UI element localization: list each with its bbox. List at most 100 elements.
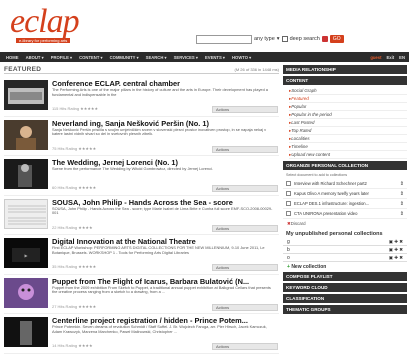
compose-playlist-header[interactable]: COMPOSE PLAYLIST bbox=[283, 272, 407, 281]
item-description: Scene from the performance The Wedding b… bbox=[52, 167, 213, 171]
item-title[interactable]: Conference ECLAP. central chamber bbox=[52, 79, 278, 88]
content-item-top-rated[interactable]: Top Rated bbox=[289, 127, 407, 135]
unpublished-row[interactable]: g ▣ ✚ ✖ bbox=[283, 238, 407, 246]
collection-checkbox[interactable] bbox=[286, 211, 291, 216]
item-title[interactable]: Centerline project registration / hidden… bbox=[52, 316, 278, 325]
item-description: Prince Potemkin. Seven dreams of revolut… bbox=[52, 325, 267, 334]
row-actions-icon[interactable]: ▣ ✚ ✖ bbox=[389, 239, 403, 245]
item-title[interactable]: Digital Innovation at the National Theat… bbox=[52, 237, 278, 246]
content-header[interactable]: CONTENT bbox=[283, 76, 407, 85]
right-sidebar: MEDIA RELATIONSHIP CONTENT Social Graph … bbox=[283, 65, 407, 316]
collection-checkbox[interactable] bbox=[286, 181, 291, 186]
item-rating: 14 Hits Rating ★★★★ bbox=[52, 343, 93, 348]
unpublished-row[interactable]: b ▣ ✚ ✖ bbox=[283, 246, 407, 254]
content-item-popular[interactable]: Popular bbox=[289, 103, 407, 111]
item-actions-button[interactable]: Actions bbox=[212, 145, 278, 153]
classification-header[interactable]: CLASSIFICATION bbox=[283, 294, 407, 303]
search-input[interactable] bbox=[196, 34, 252, 44]
content-item-upload[interactable]: Upload new content bbox=[289, 151, 407, 159]
unpublished-label: g bbox=[287, 238, 290, 245]
unpublished-row[interactable]: o ▣ ✚ ✖ bbox=[283, 254, 407, 262]
organize-collection-header[interactable]: ORGANIZE PERSONAL COLLECTION bbox=[283, 161, 407, 170]
media-relationship-header[interactable]: MEDIA RELATIONSHIP bbox=[283, 65, 407, 74]
content-menu: Social Graph Featured Popular Popular in… bbox=[283, 87, 407, 159]
language-selector[interactable]: EN bbox=[399, 55, 405, 60]
search-go-button[interactable]: GO bbox=[329, 35, 344, 43]
menu-content[interactable]: CONTENT ▾ bbox=[79, 55, 103, 60]
item-actions-button[interactable]: Actions bbox=[212, 343, 278, 350]
collection-row: CTA UNIRONA presentation video ⇕ bbox=[283, 209, 407, 219]
row-actions-icon[interactable]: ▣ ✚ ✖ bbox=[389, 255, 403, 261]
type-select[interactable]: any type bbox=[254, 36, 275, 42]
item-actions-button[interactable]: Actions bbox=[212, 303, 278, 311]
unpublished-collections-title: My unpublished personal collections bbox=[286, 231, 383, 237]
content-item-popular-period[interactable]: Popular in the period bbox=[289, 111, 407, 119]
menu-events[interactable]: EVENTS ▾ bbox=[205, 55, 225, 60]
reorder-arrows-icon[interactable]: ⇕ bbox=[400, 201, 407, 207]
exit-link[interactable]: Exit bbox=[386, 55, 394, 60]
item-title[interactable]: SOUSA, John Philip - Hands Across the Se… bbox=[52, 198, 278, 207]
item-actions-button[interactable]: Actions bbox=[212, 224, 278, 232]
item-actions-button[interactable]: Actions bbox=[212, 264, 278, 271]
item-rating: 35 Hits Rating ★★★★★ bbox=[52, 264, 97, 269]
item-title[interactable]: The Wedding, Jernej Lorenci (No. 1) bbox=[52, 158, 278, 167]
list-item: The Wedding, Jernej Lorenci (No. 1) Scen… bbox=[4, 156, 279, 196]
item-thumbnail[interactable] bbox=[4, 159, 48, 189]
list-item: Conference ECLAP. central chamber The Pe… bbox=[4, 77, 279, 117]
list-item: Centerline project registration / hidden… bbox=[4, 314, 279, 354]
menu-profile[interactable]: PROFILE ▾ bbox=[51, 55, 72, 60]
reorder-arrows-icon[interactable]: ⇕ bbox=[400, 211, 407, 217]
search-help-icon[interactable] bbox=[321, 36, 328, 42]
menu-search[interactable]: SEARCH ▾ bbox=[146, 55, 167, 60]
featured-list: Conference ECLAP. central chamber The Pe… bbox=[4, 77, 279, 354]
menu-community[interactable]: COMMUNITY ▾ bbox=[110, 55, 139, 60]
item-thumbnail[interactable] bbox=[4, 80, 48, 110]
menu-home[interactable]: HOME bbox=[6, 55, 19, 60]
unpublished-label: o bbox=[287, 254, 290, 261]
item-description: Sanja Nešković Peršin prisilila s svojim… bbox=[52, 127, 267, 137]
keyword-cloud-header[interactable]: KEYWORD CLOUD bbox=[283, 283, 407, 292]
content-item-social-graph[interactable]: Social Graph bbox=[289, 87, 407, 95]
item-thumbnail[interactable] bbox=[4, 198, 48, 229]
item-rating: 75 Hits Rating ★★★★★ bbox=[52, 145, 97, 151]
logo-tagline: e-library for performing arts bbox=[16, 38, 71, 43]
featured-title: FEATURED bbox=[4, 65, 42, 73]
item-title[interactable]: Puppet from The Flight of Icarus, Barbar… bbox=[52, 277, 278, 286]
unpublished-label: b bbox=[287, 246, 290, 253]
discard-button[interactable]: Discard bbox=[283, 219, 407, 228]
item-thumbnail[interactable] bbox=[4, 119, 48, 150]
menu-about[interactable]: ABOUT ▾ bbox=[26, 55, 44, 60]
item-description: First ECLAP Workshop: PERFORMING ARTS DI… bbox=[52, 246, 265, 255]
eclap-logo[interactable]: eclap bbox=[10, 4, 80, 40]
organize-note: Select document to add to collections bbox=[286, 173, 348, 177]
search-bar: any type ▾ deep search GO bbox=[196, 33, 396, 45]
item-actions-button[interactable]: Actions bbox=[212, 185, 278, 192]
item-description: The Performing Arts is one of the major … bbox=[52, 88, 268, 97]
type-select-arrow[interactable]: ▾ bbox=[277, 36, 280, 42]
menu-howto[interactable]: HOWTO ▾ bbox=[232, 55, 251, 60]
item-description: SOUSA, John Philip - Hands Across the Se… bbox=[52, 206, 273, 216]
item-thumbnail[interactable] bbox=[4, 277, 48, 308]
item-thumbnail[interactable] bbox=[4, 317, 48, 347]
collection-label: ECLAP DES.1 infrastructure: ingestion... bbox=[294, 201, 370, 206]
collection-checkbox[interactable] bbox=[286, 201, 291, 206]
reorder-arrows-icon[interactable]: ⇕ bbox=[400, 181, 407, 187]
collection-row: Interview with Richard Schechner part2 ⇕ bbox=[283, 179, 407, 189]
content-item-localities[interactable]: Localities bbox=[289, 135, 407, 143]
thematic-groups-header[interactable]: THEMATIC GROUPS bbox=[283, 305, 407, 314]
featured-count: (M 26 of 336 in 1448 ms) bbox=[234, 66, 279, 72]
collection-checkbox[interactable] bbox=[286, 191, 291, 196]
content-item-timeline[interactable]: Timeline bbox=[289, 143, 407, 151]
row-actions-icon[interactable]: ▣ ✚ ✖ bbox=[389, 247, 403, 253]
new-collection-button[interactable]: New collection bbox=[283, 262, 407, 272]
content-item-featured[interactable]: Featured bbox=[289, 95, 407, 103]
item-actions-button[interactable]: Actions bbox=[212, 106, 278, 113]
item-title[interactable]: Neverland ing, Sanja Nešković Peršin (No… bbox=[52, 119, 278, 128]
item-thumbnail[interactable]: ▶ bbox=[4, 238, 48, 268]
user-link[interactable]: guest bbox=[370, 55, 381, 60]
reorder-arrows-icon[interactable]: ⇕ bbox=[400, 191, 407, 197]
deep-search-checkbox[interactable] bbox=[281, 36, 288, 42]
content-item-last-posted[interactable]: Last Posted bbox=[289, 119, 407, 127]
menu-services[interactable]: SERVICES ▾ bbox=[174, 55, 198, 60]
collection-row: ECLAP DES.1 infrastructure: ingestion...… bbox=[283, 199, 407, 209]
